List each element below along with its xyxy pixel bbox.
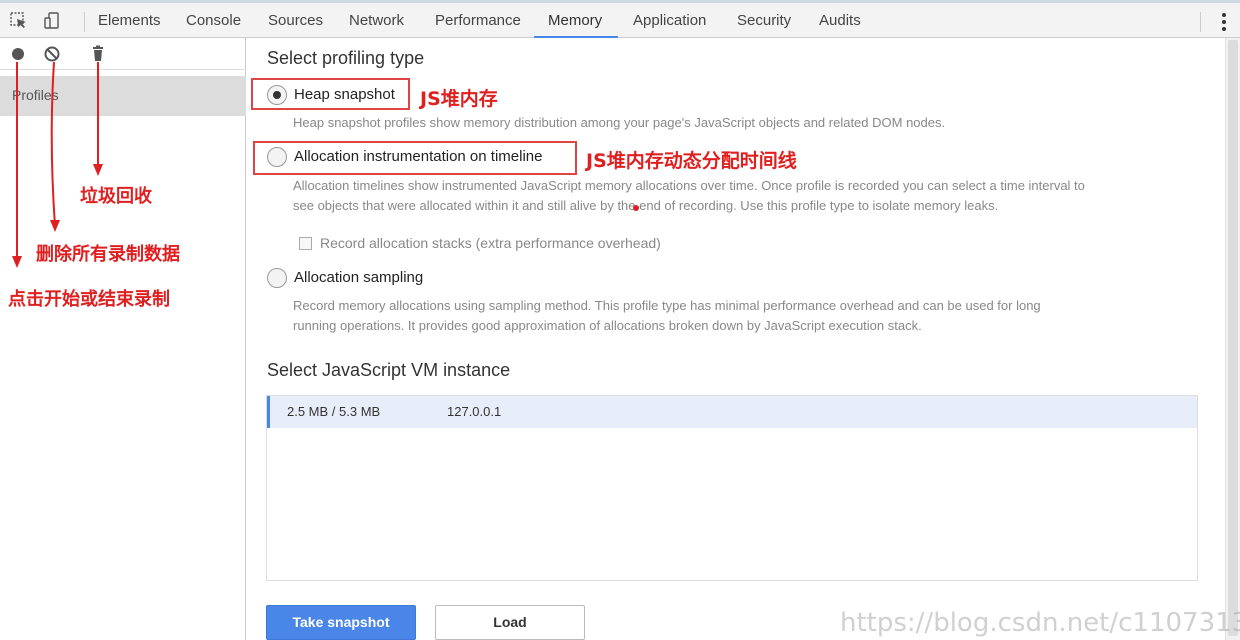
allocation-sampling-label: Allocation sampling [294,269,424,286]
inspect-element-icon[interactable] [9,11,29,31]
tab-separator [84,12,85,32]
watermark: https://blog.csdn.net/c11073138 [840,608,1240,638]
allocation-timeline-description-2: see objects that were allocated within i… [293,198,999,213]
annotation-record: 点击开始或结束录制 [8,289,170,310]
annotation-gc: 垃圾回收 [80,186,152,207]
devtools-tabbar: Elements Console Sources Network Perform… [0,0,1240,39]
tab-console[interactable]: Console [186,12,241,36]
heap-snapshot-highlight-box [251,78,410,110]
tab-memory[interactable]: Memory [548,12,602,36]
menu-separator [1200,12,1201,32]
clear-all-icon[interactable] [42,44,62,64]
tab-audits[interactable]: Audits [819,12,861,36]
tab-performance[interactable]: Performance [435,12,521,36]
vm-instance-heading: Select JavaScript VM instance [267,360,511,380]
vm-host: 127.0.0.1 [447,404,502,419]
annotation-clear: 删除所有录制数据 [36,244,180,265]
heap-snapshot-description: Heap snapshot profiles show memory distr… [293,115,946,130]
scrollbar-thumb[interactable] [1228,40,1238,636]
annotation-heap: JS堆内存 [420,88,498,110]
sidebar-toolbar [0,38,246,70]
tab-security[interactable]: Security [737,12,791,36]
allocation-timeline-description-1: Allocation timelines show instrumented J… [293,178,1085,193]
record-stacks-label: Record allocation stacks (extra performa… [320,235,661,251]
take-snapshot-button[interactable]: Take snapshot [266,605,416,640]
sidebar-item-profiles[interactable]: Profiles [0,76,246,116]
record-icon[interactable] [8,44,28,64]
allocation-timeline-highlight-box [253,141,577,175]
profiles-sidebar: Profiles [0,38,246,640]
vm-memory-usage: 2.5 MB / 5.3 MB [287,404,381,419]
tab-application[interactable]: Application [633,12,706,36]
load-button[interactable]: Load [435,605,585,640]
profiling-type-heading: Select profiling type [267,48,425,68]
devtools-window: Elements Console Sources Network Perform… [0,0,1240,640]
allocation-sampling-description-2: running operations. It provides good app… [293,318,922,333]
tab-sources[interactable]: Sources [268,12,323,36]
vm-instance-row[interactable]: 2.5 MB / 5.3 MB 127.0.0.1 [267,396,1197,428]
tab-elements[interactable]: Elements [98,12,161,36]
trash-icon[interactable] [88,44,108,64]
record-stacks-checkbox[interactable] [299,237,312,250]
sidebar-item-label: Profiles [12,87,59,103]
annotation-timeline: JS堆内存动态分配时间线 [586,150,797,172]
allocation-sampling-description-1: Record memory allocations using sampling… [293,298,1041,313]
allocation-sampling-radio[interactable] [267,268,287,288]
tab-network[interactable]: Network [349,12,404,36]
vertical-scrollbar[interactable] [1225,38,1240,640]
vm-instance-list: 2.5 MB / 5.3 MB 127.0.0.1 [266,395,1198,581]
device-toolbar-icon[interactable] [42,11,62,31]
more-options-icon[interactable] [1217,13,1231,33]
memory-panel: Select profiling type Heap snapshot Heap… [247,38,1225,640]
